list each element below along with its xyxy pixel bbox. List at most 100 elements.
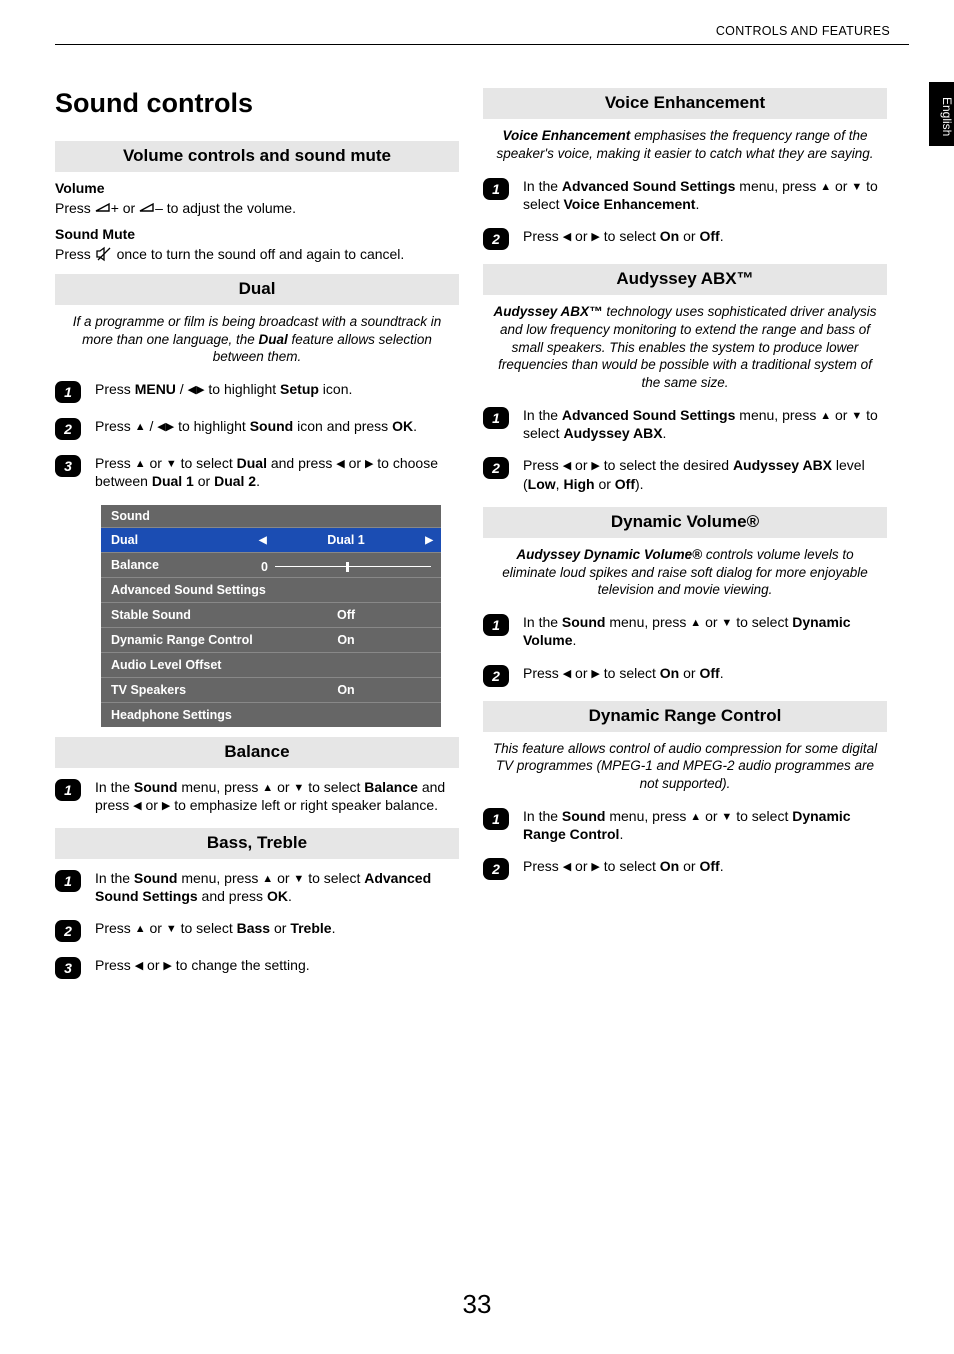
mute-text: Press once to turn the sound off and aga… (55, 246, 459, 264)
down-arrow-icon: ▼ (851, 411, 862, 422)
osd-row-offset: Audio Level Offset (101, 652, 441, 677)
right-arrow-icon: ▶ (425, 535, 433, 546)
subhead-balance: Balance (55, 737, 459, 768)
dual-step-2: 2 Press ▲ / ◀▶ to highlight Sound icon a… (55, 417, 459, 440)
step-badge-2: 2 (483, 228, 509, 250)
mute-label: Sound Mute (55, 226, 459, 242)
step-badge-2: 2 (55, 418, 81, 440)
bass-step-3: 3 Press ◀ or ▶ to change the setting. (55, 956, 459, 979)
voice-step-1: 1 In the Advanced Sound Settings menu, p… (483, 177, 887, 213)
osd-row-drc: Dynamic Range Control On (101, 627, 441, 652)
right-arrow-icon: ▶ (591, 232, 599, 243)
subhead-dual: Dual (55, 274, 459, 305)
down-arrow-icon: ▼ (166, 924, 177, 935)
right-arrow-icon: ▶ (162, 801, 170, 812)
osd-row-headphone: Headphone Settings (101, 702, 441, 727)
subhead-volume: Volume controls and sound mute (55, 141, 459, 172)
step-badge-1: 1 (55, 381, 81, 403)
step-badge-1: 1 (483, 178, 509, 200)
left-arrow-icon: ◀ (188, 385, 196, 396)
step-badge-1: 1 (483, 808, 509, 830)
right-arrow-icon: ▶ (365, 459, 373, 470)
right-arrow-icon: ▶ (591, 461, 599, 472)
osd-row-tvspeakers: TV Speakers On (101, 677, 441, 702)
step-badge-3: 3 (55, 455, 81, 477)
balance-step-1: 1 In the Sound menu, press ▲ or ▼ to sel… (55, 778, 459, 814)
left-arrow-icon: ◀ (135, 961, 143, 972)
osd-row-stable: Stable Sound Off (101, 602, 441, 627)
step-badge-1: 1 (55, 870, 81, 892)
step-badge-3: 3 (55, 957, 81, 979)
dynvol-step-2: 2 Press ◀ or ▶ to select On or Off. (483, 664, 887, 687)
abx-step-1: 1 In the Advanced Sound Settings menu, p… (483, 406, 887, 442)
voice-intro: Voice Enhancement emphasises the frequen… (489, 127, 881, 163)
right-arrow-icon: ▶ (591, 669, 599, 680)
down-arrow-icon: ▼ (721, 812, 732, 823)
step-badge-2: 2 (483, 665, 509, 687)
volume-icon (139, 202, 155, 216)
top-rule (55, 44, 909, 45)
left-arrow-icon: ◀ (563, 669, 571, 680)
page-number: 33 (0, 1289, 954, 1320)
left-arrow-icon: ◀ (336, 459, 344, 470)
down-arrow-icon: ▼ (721, 618, 732, 629)
left-arrow-icon: ◀ (563, 862, 571, 873)
step-badge-2: 2 (483, 457, 509, 479)
left-arrow-icon: ◀ (133, 801, 141, 812)
left-arrow-icon: ◀ (563, 232, 571, 243)
left-arrow-icon: ◀ (259, 535, 267, 546)
balance-slider: 0 (261, 563, 431, 571)
dynvol-intro: Audyssey Dynamic Volume® controls volume… (489, 546, 881, 599)
osd-title: Sound (101, 505, 441, 527)
section-title: Sound controls (55, 88, 459, 119)
drc-intro: This feature allows control of audio com… (489, 740, 881, 793)
right-arrow-icon: ▶ (163, 961, 171, 972)
step-badge-1: 1 (483, 614, 509, 636)
subhead-bass: Bass, Treble (55, 828, 459, 859)
up-arrow-icon: ▲ (820, 411, 831, 422)
up-arrow-icon: ▲ (262, 874, 273, 885)
up-arrow-icon: ▲ (135, 422, 146, 433)
step-badge-1: 1 (55, 779, 81, 801)
down-arrow-icon: ▼ (293, 874, 304, 885)
left-column: Sound controls Volume controls and sound… (55, 80, 459, 993)
right-arrow-icon: ▶ (166, 422, 174, 433)
abx-step-2: 2 Press ◀ or ▶ to select the desired Aud… (483, 456, 887, 492)
up-arrow-icon: ▲ (135, 459, 146, 470)
subhead-voice: Voice Enhancement (483, 88, 887, 119)
step-badge-1: 1 (483, 407, 509, 429)
mute-icon (95, 246, 113, 262)
dynvol-step-1: 1 In the Sound menu, press ▲ or ▼ to sel… (483, 613, 887, 649)
up-arrow-icon: ▲ (690, 812, 701, 823)
down-arrow-icon: ▼ (166, 459, 177, 470)
drc-step-2: 2 Press ◀ or ▶ to select On or Off. (483, 857, 887, 880)
osd-row-advanced: Advanced Sound Settings (101, 577, 441, 602)
step-badge-2: 2 (483, 858, 509, 880)
bass-step-1: 1 In the Sound menu, press ▲ or ▼ to sel… (55, 869, 459, 905)
step-badge-2: 2 (55, 920, 81, 942)
volume-icon (95, 202, 111, 216)
subhead-dynvol: Dynamic Volume® (483, 507, 887, 538)
left-arrow-icon: ◀ (157, 422, 165, 433)
running-head: CONTROLS AND FEATURES (716, 24, 890, 38)
right-arrow-icon: ▶ (591, 862, 599, 873)
right-column: Voice Enhancement Voice Enhancement emph… (483, 80, 887, 993)
subhead-abx: Audyssey ABX™ (483, 264, 887, 295)
dual-step-1: 1 Press MENU / ◀▶ to highlight Setup ico… (55, 380, 459, 403)
voice-step-2: 2 Press ◀ or ▶ to select On or Off. (483, 227, 887, 250)
subhead-drc: Dynamic Range Control (483, 701, 887, 732)
dual-intro: If a programme or film is being broadcas… (61, 313, 453, 366)
volume-label: Volume (55, 180, 459, 196)
osd-row-dual: Dual ◀Dual 1▶ (101, 527, 441, 552)
drc-step-1: 1 In the Sound menu, press ▲ or ▼ to sel… (483, 807, 887, 843)
up-arrow-icon: ▲ (262, 783, 273, 794)
left-arrow-icon: ◀ (563, 461, 571, 472)
down-arrow-icon: ▼ (851, 182, 862, 193)
bass-step-2: 2 Press ▲ or ▼ to select Bass or Treble. (55, 919, 459, 942)
volume-text: Press + or – to adjust the volume. (55, 200, 459, 218)
up-arrow-icon: ▲ (690, 618, 701, 629)
up-arrow-icon: ▲ (135, 924, 146, 935)
dual-step-3: 3 Press ▲ or ▼ to select Dual and press … (55, 454, 459, 490)
up-arrow-icon: ▲ (820, 182, 831, 193)
language-tab: English (929, 82, 954, 146)
